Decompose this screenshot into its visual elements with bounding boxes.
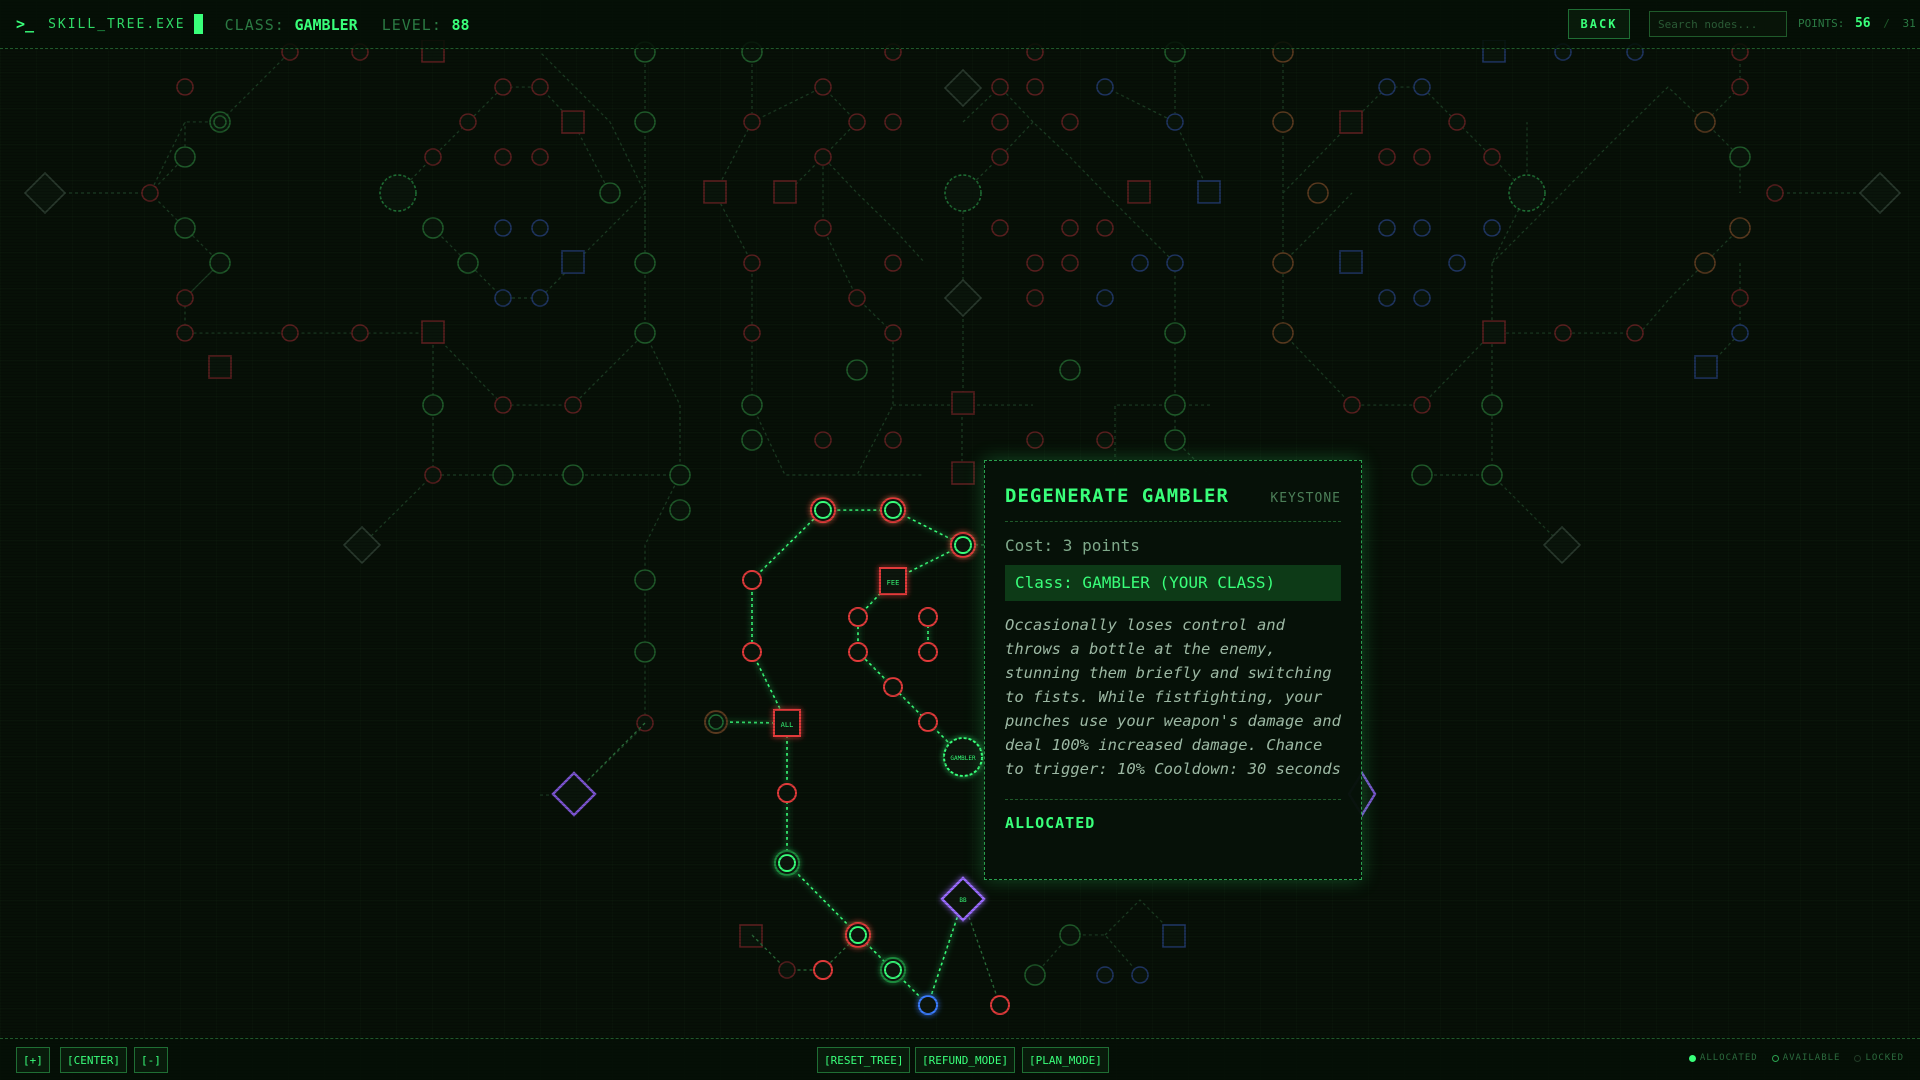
points-label: POINTS: [1798,17,1845,30]
search-input[interactable] [1649,11,1787,37]
skill-node-available [848,642,868,662]
skill-node-blue [918,995,938,1015]
legend-available: AVAILABLE [1771,1053,1841,1063]
zoom-out-button[interactable]: [-] [134,1047,168,1073]
available-dot-icon [1771,1054,1779,1062]
skill-node-available [918,607,938,627]
blinking-cursor [193,14,203,34]
node-label-all: ALL [781,721,794,729]
terminal-prompt-icon: >_ [16,15,35,33]
skill-node-allocated [845,922,871,948]
allocated-dot-icon [1688,1054,1696,1062]
skill-node-available [742,570,762,590]
skill-node-available [918,712,938,732]
skill-node-allocated [810,497,836,523]
skill-node-available [918,642,938,662]
node-legend: ALLOCATED AVAILABLE LOCKED [1688,1053,1904,1063]
skill-node-allocated [880,497,906,523]
center-button[interactable]: [CENTER] [60,1047,127,1073]
skill-node-allocated [774,850,800,876]
node-label-fee: FEE [887,579,900,587]
skill-node-available [778,961,796,979]
tooltip-status: ALLOCATED [1005,814,1096,832]
tooltip-description: Occasionally loses control and throws a … [1005,613,1341,800]
skill-node-fee: FEE [879,567,907,595]
tooltip-title: DEGENERATE GAMBLER [1005,485,1229,507]
points-counter: POINTS: 56 / 31 [1798,16,1916,31]
skill-node-available [883,677,903,697]
legend-available-label: AVAILABLE [1782,1053,1841,1063]
app-title: SKILL_TREE.EXE [48,16,186,32]
node-label-gambler: GAMBLER [950,755,976,762]
tooltip-header: DEGENERATE GAMBLER KEYSTONE [1005,485,1341,522]
locked-dot-icon [1854,1054,1862,1062]
legend-locked-label: LOCKED [1865,1053,1904,1063]
class-indicator: CLASS: GAMBLER [225,15,358,34]
zoom-in-button[interactable]: [+] [16,1047,50,1073]
bottom-bar: [+] [CENTER] [-] [RESET_TREE] [REFUND_MO… [0,1038,1920,1080]
level-indicator: LEVEL: 88 [382,15,470,34]
top-bar: >_ SKILL_TREE.EXE CLASS: GAMBLER LEVEL: … [0,0,1920,49]
dim-diamond-nodes[interactable] [23,68,1902,565]
tooltip-class-requirement: Class: GAMBLER (YOUR CLASS) [1005,565,1341,601]
points-separator: / [1883,17,1890,30]
legend-allocated-label: ALLOCATED [1699,1053,1758,1063]
refund-mode-button[interactable]: [REFUND_MODE] [915,1047,1016,1073]
reset-tree-button[interactable]: [RESET_TREE] [817,1047,911,1073]
skill-node-all: ALL [773,709,801,737]
skill-node-available [777,783,797,803]
skill-tree-canvas[interactable]: ALL FEE GAMBLER BB [0,40,1920,1038]
skill-node-allocated [880,957,906,983]
skill-node-allocated [950,532,976,558]
plan-mode-button[interactable]: [PLAN_MODE] [1022,1047,1109,1073]
node-tooltip: DEGENERATE GAMBLER KEYSTONE Cost: 3 poin… [984,460,1362,880]
keystone-node-gambler: GAMBLER [943,737,983,777]
skill-node-available [742,642,762,662]
back-button[interactable]: BACK [1568,9,1630,39]
skill-node-available [848,607,868,627]
legend-locked: LOCKED [1854,1053,1904,1063]
level-label: LEVEL: [381,15,442,34]
points-max: 31 [1902,17,1916,30]
tooltip-node-type: KEYSTONE [1270,491,1341,506]
notable-node-bb: BB [940,876,986,922]
skill-node-available [813,960,833,980]
tooltip-cost: Cost: 3 points [1005,536,1140,555]
skill-node-available [990,995,1010,1015]
legend-allocated: ALLOCATED [1688,1053,1758,1063]
class-label: CLASS: [224,15,285,34]
points-current: 56 [1854,16,1871,31]
node-label-bb: BB [959,897,967,904]
level-value: 88 [451,15,470,34]
class-value: GAMBLER [294,15,358,34]
skill-node-available [704,710,728,734]
dim-nodes[interactable] [141,41,1784,986]
